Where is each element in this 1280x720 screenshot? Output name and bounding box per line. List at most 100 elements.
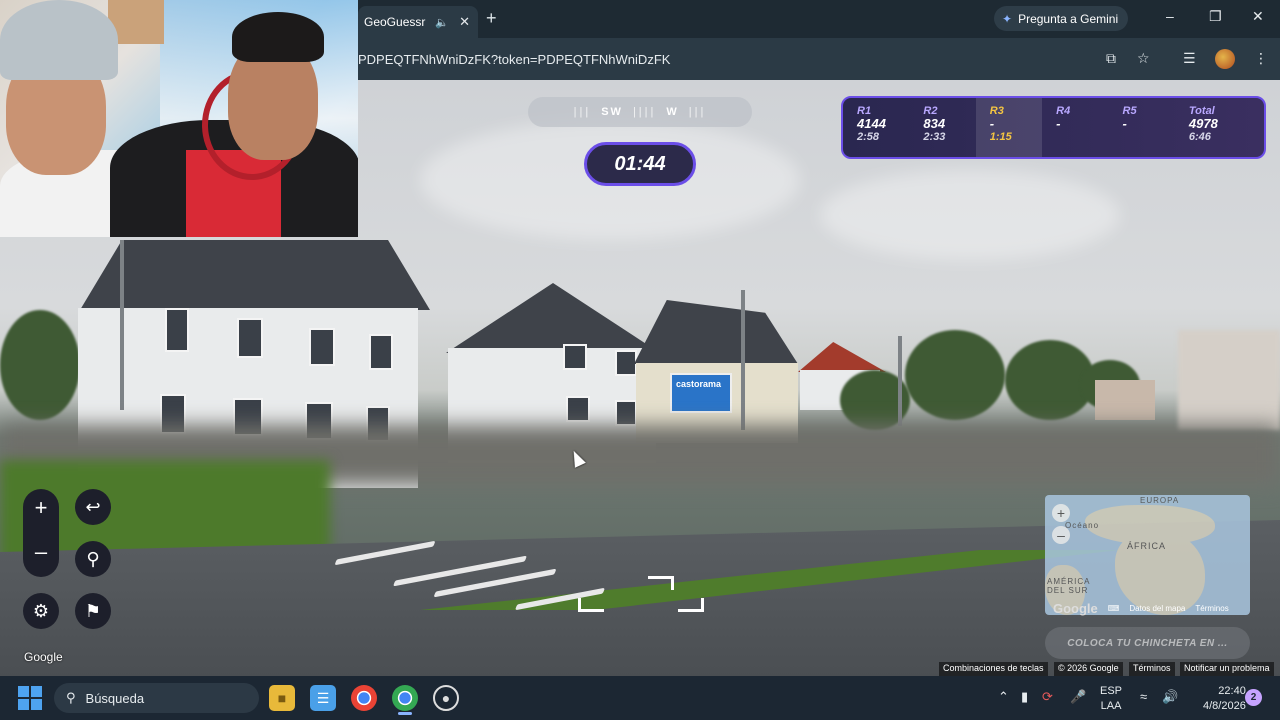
chrome-profile-icon[interactable] bbox=[392, 685, 418, 711]
file-explorer-icon[interactable]: ■ bbox=[269, 685, 295, 711]
microphone-icon[interactable]: 🎤 bbox=[1070, 689, 1086, 705]
window bbox=[165, 308, 189, 352]
window-close-icon[interactable]: ✕ bbox=[1252, 8, 1264, 25]
round-label: R4 bbox=[1056, 105, 1071, 117]
round-time: 1:15 bbox=[989, 131, 1012, 143]
copyright-text: © 2026 Google bbox=[1054, 662, 1123, 676]
round-label: R5 bbox=[1122, 105, 1137, 117]
round-3: R3 - 1:15 bbox=[975, 98, 1043, 157]
profile-avatar[interactable] bbox=[1215, 49, 1235, 69]
tree bbox=[905, 330, 1005, 420]
return-arrow-icon: ↩ bbox=[85, 496, 101, 517]
gemini-sparkle-icon: ✦ bbox=[1002, 11, 1013, 26]
total-time: 6:46 bbox=[1188, 131, 1211, 143]
zoom-in-button[interactable]: + bbox=[23, 490, 59, 526]
wifi-icon[interactable]: ≈ bbox=[1140, 689, 1147, 704]
round-label: R3 bbox=[989, 105, 1004, 117]
compass-ticks: ||| bbox=[688, 106, 707, 118]
media-controls-icon[interactable]: ☰ bbox=[1183, 50, 1196, 67]
person-right-hair bbox=[232, 12, 324, 62]
windows-start-icon[interactable] bbox=[18, 686, 42, 710]
clock-time: 22:40 bbox=[1218, 685, 1246, 697]
window bbox=[309, 328, 335, 366]
chrome-icon[interactable] bbox=[351, 685, 377, 711]
keyboard-shortcuts-link[interactable]: Combinaciones de teclas bbox=[939, 662, 1048, 676]
round-time: 2:33 bbox=[923, 131, 946, 143]
new-tab-button[interactable]: + bbox=[486, 8, 497, 29]
report-problem-link[interactable]: Notificar un problema bbox=[1180, 662, 1274, 676]
round-timer: 01:44 bbox=[584, 142, 696, 186]
map-label-america: AMÉRICA DEL SUR bbox=[1047, 577, 1091, 595]
round-2: R2 834 2:33 bbox=[909, 98, 975, 157]
obs-icon[interactable]: ● bbox=[433, 685, 459, 711]
lamp-pole bbox=[898, 336, 902, 426]
round-4: R4 - bbox=[1042, 98, 1108, 157]
system-clock[interactable]: 22:40 4/8/2026 bbox=[1203, 684, 1246, 714]
restore-icon[interactable]: ❐ bbox=[1209, 8, 1222, 25]
tab-geoguessr[interactable]: GeoGuessr 🔈 ✕ bbox=[358, 6, 478, 38]
window bbox=[566, 396, 590, 422]
keyboard-icon[interactable]: ⌨ bbox=[1108, 604, 1120, 613]
window bbox=[369, 334, 393, 370]
billboard: castorama bbox=[670, 373, 732, 413]
install-app-icon[interactable]: ⧉ bbox=[1106, 50, 1116, 67]
search-icon: ⚲ bbox=[66, 690, 76, 705]
url-field[interactable]: PDPEQTFNhWniDzFK?token=PDPEQTFNhWniDzFK bbox=[358, 52, 670, 67]
view-bracket bbox=[678, 598, 704, 612]
compass-dir-right: W bbox=[666, 106, 679, 118]
map-label-africa: ÁFRICA bbox=[1127, 541, 1167, 551]
zoom-out-button[interactable]: – bbox=[23, 534, 59, 570]
map-label-ocean: Océano bbox=[1065, 521, 1100, 530]
keyboard-layout: LAA bbox=[1100, 700, 1122, 712]
round-total: Total 4978 6:46 bbox=[1175, 98, 1264, 157]
tab-title: GeoGuessr bbox=[364, 15, 426, 29]
notification-badge[interactable]: 2 bbox=[1245, 689, 1262, 706]
map-zoom-out-button[interactable]: – bbox=[1052, 526, 1070, 544]
language-code: ESP bbox=[1100, 685, 1123, 697]
more-menu-icon[interactable]: ⋮ bbox=[1254, 50, 1268, 67]
compass-ticks: |||| bbox=[632, 106, 657, 118]
lamp-pole bbox=[120, 240, 124, 410]
undo-move-button[interactable]: ↩ bbox=[75, 489, 111, 525]
map-terms-link[interactable]: Términos bbox=[1195, 604, 1228, 613]
taskbar-search[interactable]: ⚲ Búsqueda bbox=[54, 683, 259, 713]
close-icon[interactable]: ✕ bbox=[459, 14, 470, 30]
round-score: - bbox=[989, 116, 995, 131]
house-roof bbox=[798, 342, 886, 372]
compass: ||| SW |||| W ||| bbox=[528, 97, 752, 127]
round-score: - bbox=[1122, 116, 1127, 131]
usb-icon[interactable]: ▮ bbox=[1021, 689, 1028, 705]
sync-icon[interactable]: ⟳ bbox=[1042, 689, 1053, 705]
location-pin-icon: ⚲ bbox=[86, 548, 100, 569]
round-score: 834 bbox=[923, 116, 946, 131]
settings-button[interactable]: ⚙ bbox=[23, 593, 59, 629]
notepad-icon[interactable]: ☰ bbox=[310, 685, 336, 711]
webcam-overlay bbox=[0, 0, 358, 237]
guess-map[interactable]: EUROPA Océano ÁFRICA AMÉRICA DEL SUR + – bbox=[1045, 495, 1250, 615]
terms-link[interactable]: Términos bbox=[1129, 662, 1175, 676]
minimize-icon[interactable]: – bbox=[1166, 8, 1174, 24]
map-zoom-in-button[interactable]: + bbox=[1052, 504, 1070, 522]
map-footer: Google ⌨ Datos del mapa Términos bbox=[1045, 600, 1250, 616]
checkpoint-button[interactable]: ⚑ bbox=[75, 593, 111, 629]
search-placeholder: Búsqueda bbox=[85, 690, 145, 706]
window bbox=[563, 344, 587, 370]
chevron-up-icon[interactable]: ⌃ bbox=[998, 689, 1009, 705]
place-pin-button[interactable]: COLOCA TU CHINCHETA EN ... bbox=[1045, 627, 1250, 659]
language-indicator[interactable]: ESP LAA bbox=[1100, 684, 1122, 714]
map-google-logo: Google bbox=[1053, 600, 1098, 616]
map-data-link[interactable]: Datos del mapa bbox=[1129, 604, 1185, 613]
gemini-label: Pregunta a Gemini bbox=[1018, 11, 1119, 26]
scoreboard: R1 4144 2:58 R2 834 2:33 R3 - 1:15 R4 - … bbox=[841, 96, 1266, 159]
house bbox=[1095, 380, 1155, 420]
window bbox=[615, 400, 637, 426]
speaker-icon[interactable]: 🔈 bbox=[435, 16, 449, 29]
map-label-europe: EUROPA bbox=[1140, 496, 1180, 505]
house bbox=[1178, 330, 1280, 430]
gemini-button[interactable]: ✦ Pregunta a Gemini bbox=[994, 6, 1129, 31]
bookmark-star-icon[interactable]: ☆ bbox=[1137, 50, 1150, 67]
total-score: 4978 bbox=[1188, 116, 1218, 131]
compass-dir-left: SW bbox=[601, 106, 623, 118]
volume-icon[interactable]: 🔊 bbox=[1162, 689, 1178, 705]
return-to-start-button[interactable]: ⚲ bbox=[75, 541, 111, 577]
